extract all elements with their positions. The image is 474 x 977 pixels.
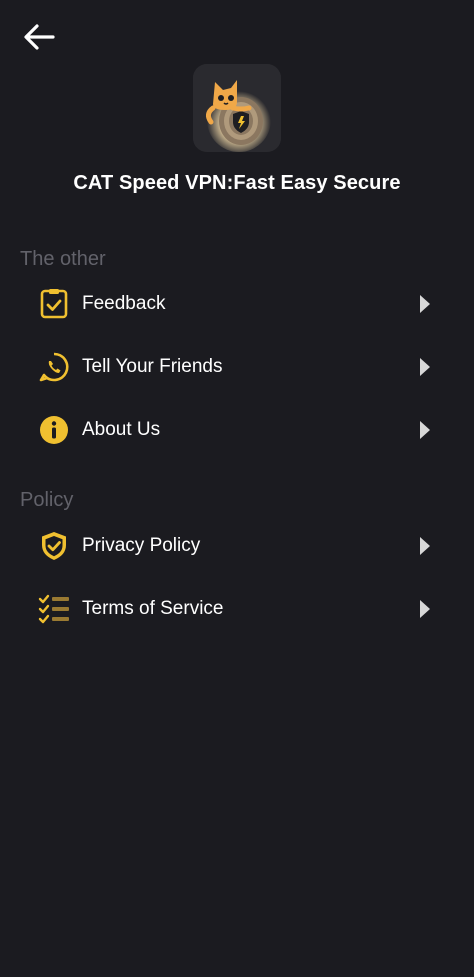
menu-item-tell-friends[interactable]: Tell Your Friends [0,339,474,395]
menu-label-about-us: About Us [82,419,161,440]
share-phone-icon [38,351,70,383]
chevron-right-icon [420,295,430,313]
chevron-right-icon [420,600,430,618]
menu-item-feedback[interactable]: Feedback [0,276,474,332]
app-title: CAT Speed VPN:Fast Easy Secure [73,172,401,194]
app-logo [193,64,281,152]
back-button[interactable] [18,18,60,56]
menu-label-tell-friends: Tell Your Friends [82,356,223,377]
menu-label-feedback: Feedback [82,293,166,314]
menu-item-privacy-policy[interactable]: Privacy Policy [0,518,474,574]
menu-item-about-us[interactable]: About Us [0,402,474,458]
arrow-left-icon [24,24,55,50]
chevron-right-icon [420,537,430,555]
info-icon [38,414,70,446]
section-header-other: The other [20,248,106,270]
chevron-right-icon [420,421,430,439]
checklist-icon [38,593,70,625]
settings-screen: CAT Speed VPN:Fast Easy Secure The other… [0,0,474,977]
feedback-icon [38,288,70,320]
menu-label-terms-of-service: Terms of Service [82,598,224,619]
chevron-right-icon [420,358,430,376]
menu-item-terms-of-service[interactable]: Terms of Service [0,581,474,637]
menu-label-privacy-policy: Privacy Policy [82,535,201,556]
section-header-policy: Policy [20,489,74,511]
shield-check-icon [38,530,70,562]
